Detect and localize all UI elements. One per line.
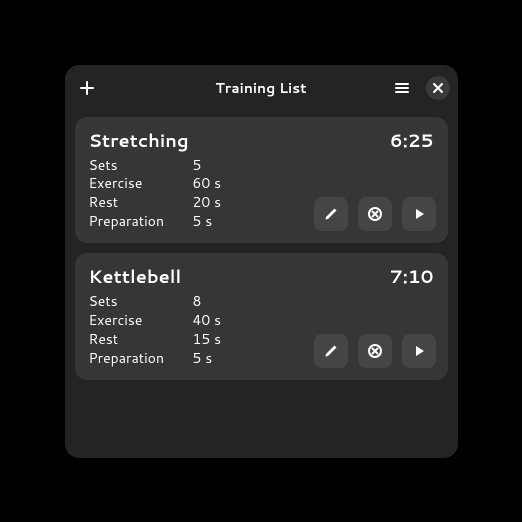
close-button[interactable] — [426, 76, 450, 100]
hamburger-icon — [394, 80, 410, 96]
sets-row: Sets 8 — [89, 292, 434, 311]
exercise-value: 60 s — [193, 174, 222, 193]
cancel-circle-icon — [367, 206, 383, 222]
training-duration: 7:10 — [390, 263, 434, 289]
card-actions — [314, 197, 436, 231]
training-card: Kettlebell 7:10 Sets 8 Exercise 40 s Res… — [75, 253, 448, 380]
card-header: Stretching 6:25 — [89, 127, 434, 153]
titlebar: Training List — [65, 65, 458, 111]
card-actions — [314, 334, 436, 368]
training-card: Stretching 6:25 Sets 5 Exercise 60 s Res… — [75, 117, 448, 244]
titlebar-left — [73, 74, 143, 102]
exercise-label: Exercise — [89, 174, 193, 193]
rest-label: Rest — [89, 193, 193, 212]
play-button[interactable] — [402, 197, 436, 231]
page-title: Training List — [143, 78, 380, 98]
app-window: Training List Stretching 6:25 Sets — [65, 65, 458, 458]
edit-button[interactable] — [314, 334, 348, 368]
exercise-label: Exercise — [89, 311, 193, 330]
play-icon — [412, 207, 426, 221]
delete-button[interactable] — [358, 334, 392, 368]
exercise-value: 40 s — [193, 311, 222, 330]
plus-icon — [79, 80, 95, 96]
training-name: Stretching — [89, 127, 189, 153]
pencil-icon — [323, 206, 339, 222]
pencil-icon — [323, 343, 339, 359]
sets-row: Sets 5 — [89, 156, 434, 175]
menu-button[interactable] — [388, 74, 416, 102]
add-button[interactable] — [73, 74, 101, 102]
rest-label: Rest — [89, 330, 193, 349]
training-duration: 6:25 — [390, 127, 434, 153]
card-header: Kettlebell 7:10 — [89, 263, 434, 289]
training-name: Kettlebell — [89, 263, 182, 289]
close-icon — [433, 83, 443, 93]
delete-button[interactable] — [358, 197, 392, 231]
exercise-row: Exercise 60 s — [89, 174, 434, 193]
sets-value: 8 — [193, 292, 202, 311]
exercise-row: Exercise 40 s — [89, 311, 434, 330]
sets-label: Sets — [89, 156, 193, 175]
content-area: Stretching 6:25 Sets 5 Exercise 60 s Res… — [65, 111, 458, 386]
preparation-label: Preparation — [89, 212, 193, 231]
titlebar-right — [380, 74, 450, 102]
preparation-value: 5 s — [193, 212, 213, 231]
edit-button[interactable] — [314, 197, 348, 231]
preparation-label: Preparation — [89, 349, 193, 368]
sets-value: 5 — [193, 156, 202, 175]
play-icon — [412, 344, 426, 358]
preparation-value: 5 s — [193, 349, 213, 368]
play-button[interactable] — [402, 334, 436, 368]
sets-label: Sets — [89, 292, 193, 311]
rest-value: 15 s — [193, 330, 222, 349]
rest-value: 20 s — [193, 193, 222, 212]
cancel-circle-icon — [367, 343, 383, 359]
